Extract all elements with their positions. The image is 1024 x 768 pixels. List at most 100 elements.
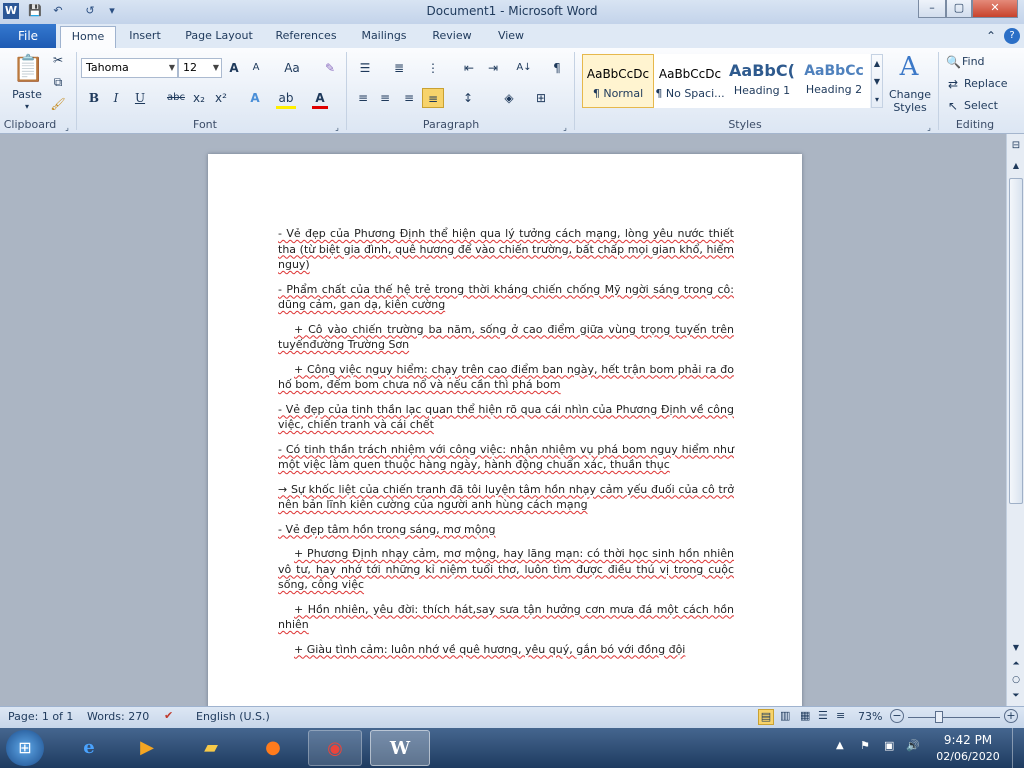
full-screen-reading-icon[interactable]: ▥ xyxy=(780,709,790,722)
paragraph[interactable]: + Hồn nhiên, yêu đời: thích hát,say sưa … xyxy=(278,602,734,633)
tray-expand-icon[interactable]: ▲ xyxy=(836,740,844,751)
style-no-spacing[interactable]: AaBbCcDc ¶ No Spaci... xyxy=(654,54,726,108)
next-page-icon[interactable]: ⏷ xyxy=(1008,688,1024,704)
copy-icon[interactable]: ⧉ xyxy=(50,74,66,90)
align-right-icon[interactable]: ≡ xyxy=(400,90,418,106)
select-icon[interactable]: ↖ xyxy=(946,98,960,114)
style-heading-1[interactable]: AaBbC( Heading 1 xyxy=(726,54,798,108)
page-count[interactable]: Page: 1 of 1 xyxy=(8,710,73,723)
paragraph[interactable]: + Phương Định nhạy cảm, mơ mộng, hay lãn… xyxy=(278,546,734,593)
language-indicator[interactable]: English (U.S.) xyxy=(196,710,270,723)
outline-icon[interactable]: ☰ xyxy=(818,709,828,722)
document-page[interactable]: - Vẻ đẹp của Phương Định thể hiện qua lý… xyxy=(208,154,802,714)
media-player-icon[interactable]: ▶ xyxy=(120,730,174,766)
superscript-icon[interactable]: x² xyxy=(212,90,230,106)
style-heading-2[interactable]: AaBbCc Heading 2 xyxy=(798,54,870,108)
change-case-icon[interactable]: Aa xyxy=(280,60,304,76)
word-taskbar-icon[interactable]: W xyxy=(370,730,430,766)
numbering-icon[interactable]: ≣ xyxy=(388,60,410,76)
zoom-in-button[interactable]: + xyxy=(1004,709,1018,723)
clock-time[interactable]: 9:42 PM xyxy=(936,733,1000,747)
tab-file[interactable]: File xyxy=(0,24,56,48)
tab-home[interactable]: Home xyxy=(60,26,116,48)
increase-indent-icon[interactable]: ⇥ xyxy=(484,60,502,76)
clock-date[interactable]: 02/06/2020 xyxy=(932,750,1004,763)
bold-icon[interactable]: B xyxy=(86,90,102,106)
change-styles-icon[interactable]: A xyxy=(892,52,926,82)
scroll-up-icon[interactable]: ▲ xyxy=(1008,158,1024,174)
scroll-down-icon[interactable]: ▼ xyxy=(1008,640,1024,656)
font-name-combo[interactable]: Tahoma ▼ xyxy=(81,58,178,78)
zoom-level[interactable]: 73% xyxy=(858,710,882,723)
paste-icon[interactable]: 📋 xyxy=(12,52,44,86)
close-button[interactable]: ✕ xyxy=(972,0,1018,18)
multilevel-list-icon[interactable]: ⋮ xyxy=(422,60,444,76)
italic-icon[interactable]: I xyxy=(108,90,124,106)
zoom-out-button[interactable]: − xyxy=(890,709,904,723)
line-spacing-icon[interactable]: ↕ xyxy=(456,90,480,106)
borders-icon[interactable]: ⊞ xyxy=(530,90,552,106)
tab-mailings[interactable]: Mailings xyxy=(352,26,416,48)
paragraph[interactable]: - Có tinh thần trách nhiệm với công việc… xyxy=(278,442,734,473)
ribbon-minimize-icon[interactable]: ⌃ xyxy=(984,28,998,44)
find-button[interactable]: Find xyxy=(962,55,1002,68)
strikethrough-icon[interactable]: abc xyxy=(164,90,188,106)
draft-icon[interactable]: ≡ xyxy=(836,709,845,722)
change-styles-button[interactable]: Change xyxy=(884,88,936,101)
paragraph[interactable]: - Vẻ đẹp tâm hồn trong sáng, mơ mộng xyxy=(278,522,734,538)
tab-insert[interactable]: Insert xyxy=(120,26,170,48)
align-center-icon[interactable]: ≡ xyxy=(376,90,394,106)
paste-button[interactable]: Paste xyxy=(8,88,46,101)
print-layout-icon[interactable]: ▤ xyxy=(758,709,774,725)
replace-icon[interactable]: ⇄ xyxy=(946,76,960,92)
font-size-combo[interactable]: 12 ▼ xyxy=(178,58,222,78)
tab-view[interactable]: View xyxy=(488,26,534,48)
clear-formatting-icon[interactable]: ✎ xyxy=(322,60,338,76)
sort-icon[interactable]: A↓ xyxy=(514,60,534,76)
shading-icon[interactable]: ◈ xyxy=(498,90,520,106)
text-effects-icon[interactable]: A xyxy=(246,90,264,106)
font-color-icon[interactable]: A xyxy=(312,90,328,109)
paragraph[interactable]: - Vẻ đẹp của Phương Định thể hiện qua lý… xyxy=(278,226,734,273)
tab-references[interactable]: References xyxy=(268,26,344,48)
web-layout-icon[interactable]: ▦ xyxy=(800,709,810,722)
proofing-icon[interactable]: ✔ xyxy=(164,709,173,722)
paste-dropdown-icon[interactable]: ▾ xyxy=(8,102,46,111)
styles-scroll-icon[interactable]: ▲ ▼ ▾ xyxy=(871,54,883,108)
maximize-button[interactable]: ▢ xyxy=(946,0,972,18)
tab-page-layout[interactable]: Page Layout xyxy=(178,26,260,48)
ruler-toggle-icon[interactable]: ⊟ xyxy=(1008,138,1024,154)
highlight-icon[interactable]: ab xyxy=(276,90,296,109)
internet-explorer-icon[interactable]: e xyxy=(62,730,116,766)
scroll-thumb[interactable] xyxy=(1009,178,1023,504)
show-desktop-button[interactable] xyxy=(1012,728,1024,768)
help-icon[interactable]: ? xyxy=(1004,28,1020,44)
minimize-button[interactable]: – xyxy=(918,0,946,18)
tab-review[interactable]: Review xyxy=(424,26,480,48)
paragraph[interactable]: - Phẩm chất của thế hệ trẻ trong thời kh… xyxy=(278,282,734,313)
file-explorer-icon[interactable]: ▰ xyxy=(184,730,238,766)
shrink-font-icon[interactable]: A xyxy=(248,60,264,76)
decrease-indent-icon[interactable]: ⇤ xyxy=(460,60,478,76)
underline-icon[interactable]: U xyxy=(132,90,148,106)
vertical-scrollbar[interactable]: ⊟ ▲ ▼ ⏶ ○ ⏷ xyxy=(1006,134,1024,706)
show-hide-icon[interactable]: ¶ xyxy=(548,60,566,76)
firefox-icon[interactable]: ● xyxy=(246,730,300,766)
paragraph[interactable]: + Giàu tình cảm: luôn nhớ về quê hương, … xyxy=(278,642,734,658)
change-styles-button-line2[interactable]: Styles xyxy=(884,101,936,114)
previous-page-icon[interactable]: ⏶ xyxy=(1008,656,1024,672)
cut-icon[interactable]: ✂ xyxy=(50,52,66,68)
paragraph[interactable]: + Cô vào chiến trường ba năm, sống ở cao… xyxy=(278,322,734,353)
grow-font-icon[interactable]: A xyxy=(226,60,242,76)
find-icon[interactable]: 🔍 xyxy=(946,54,961,70)
justify-icon[interactable]: ≡ xyxy=(422,88,444,108)
select-button[interactable]: Select xyxy=(964,99,1014,112)
style-normal[interactable]: AaBbCcDc ¶ Normal xyxy=(582,54,654,108)
chrome-icon[interactable]: ◉ xyxy=(308,730,362,766)
action-center-icon[interactable]: ⚑ xyxy=(860,739,870,752)
replace-button[interactable]: Replace xyxy=(964,77,1014,90)
zoom-slider-thumb[interactable] xyxy=(935,711,943,723)
format-painter-icon[interactable]: 🖌 xyxy=(50,96,66,112)
volume-icon[interactable]: 🔊 xyxy=(906,739,920,752)
subscript-icon[interactable]: x₂ xyxy=(190,90,208,106)
